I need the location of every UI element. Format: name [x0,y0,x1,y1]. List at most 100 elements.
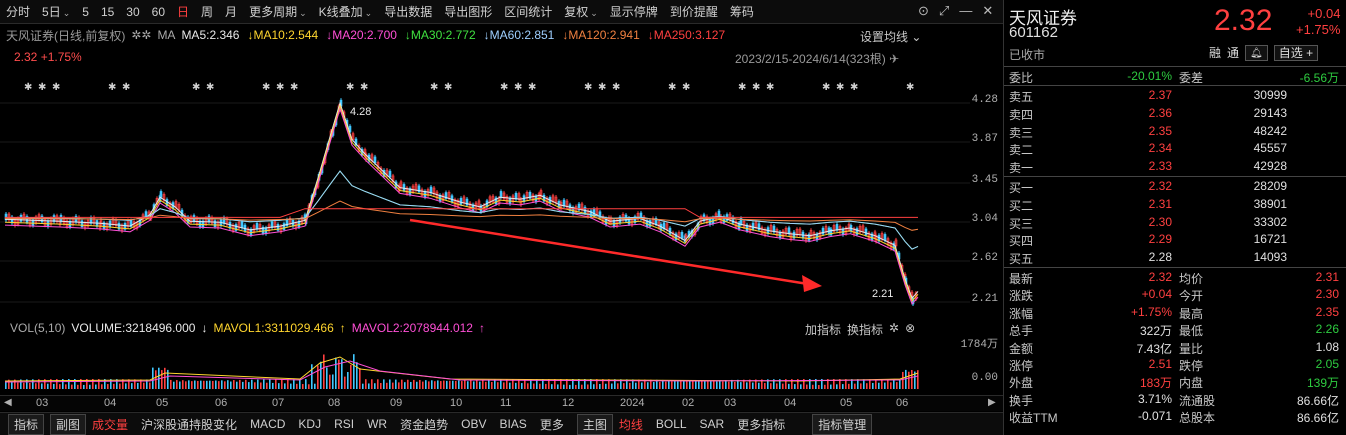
volume-bar [719,380,721,389]
indicator-tab[interactable]: MACD [250,417,285,431]
collapse-icon[interactable]: ⊙ [918,3,929,19]
ma60-value: ↓MA60:2.851 [483,28,555,42]
toolbar-item[interactable]: 到价提醒 [670,3,718,20]
event-marker[interactable]: ✱ [682,82,690,93]
main-indicator-tab[interactable]: SAR [700,417,725,431]
toolbar-item[interactable]: 60 [152,5,165,19]
add-watchlist-button[interactable]: 自选 + [1273,44,1319,61]
stat-row: 外盘 183万 内盘 139万 [1004,373,1346,390]
event-marker[interactable]: ✱ [738,82,746,93]
event-marker[interactable]: ✱ [360,82,368,93]
toolbar-item[interactable]: 30 [126,5,139,19]
indicator-tab[interactable]: KDJ [298,417,321,431]
event-marker[interactable]: ✱ [192,82,200,93]
toolbar-item[interactable]: 15 [101,5,114,19]
event-marker[interactable]: ✱ [290,82,298,93]
indicator-tab[interactable]: RSI [334,417,354,431]
indicator-group-tab[interactable]: 指标 [8,413,45,435]
event-marker[interactable]: ✱ [766,82,774,93]
time-axis[interactable]: ◀ ▶ 03 04 05 06 07 08 09 10 11 12 2024 02 03 04 05 06 [0,395,1003,411]
event-marker[interactable]: ✱ [850,82,858,93]
indicator-tab[interactable]: WR [367,417,387,431]
toolbar-item[interactable]: 筹码 [730,3,754,20]
indicator-group-tab[interactable]: 副图 [50,413,87,435]
event-marker[interactable]: ✱ [598,82,606,93]
event-marker[interactable]: ✱ [836,82,844,93]
quote-tools: 融通 🔔︎ 自选 + [1209,44,1319,61]
set-ma-button[interactable]: 设置均线 ⌄ [860,28,921,45]
toolbar-item[interactable]: 复权 ⌄ [564,3,598,20]
event-marker[interactable]: ✱ [906,82,914,93]
volume-bar [113,383,115,389]
event-marker[interactable]: ✱ [276,82,284,93]
toolbar-item[interactable]: K线叠加 ⌄ [319,3,373,20]
close-icon[interactable]: ✕ [982,3,993,19]
pin-icon[interactable]: ✈ [889,52,899,66]
event-marker[interactable]: ✱ [122,82,130,93]
ask-label: 卖五 [1009,90,1034,104]
toolbar-item[interactable]: 月 [225,3,237,20]
volume-bar [200,380,202,389]
event-marker[interactable]: ✱ [668,82,676,93]
settings-icons[interactable]: ✲✲ [131,28,151,42]
fullscreen-icon[interactable]: ⤢ [939,3,949,19]
toolbar-item[interactable]: 导出图形 [444,3,492,20]
event-marker[interactable]: ✱ [444,82,452,93]
toolbar-item[interactable]: 5 [82,5,89,19]
scroll-left-icon[interactable]: ◀ [4,397,12,408]
event-marker[interactable]: ✱ [822,82,830,93]
main-indicator-tab[interactable]: 均线 [619,416,643,433]
volume-bar [458,380,460,389]
main-indicator-tab[interactable]: BOLL [656,417,687,431]
volume-chart[interactable] [0,335,970,391]
minimize-icon[interactable]: — [959,3,972,19]
toolbar-item[interactable]: 分时 [6,3,30,20]
event-marker[interactable]: ✱ [38,82,46,93]
indicator-tab[interactable]: 成交量 [92,416,128,433]
event-marker[interactable]: ✱ [430,82,438,93]
event-marker[interactable]: ✱ [500,82,508,93]
event-marker[interactable]: ✱ [346,82,354,93]
volume-bar [455,380,457,389]
kline-chart[interactable]: 4.28 2.21 ✱ ✱ ✱ ✱ ✱ ✱ ✱ ✱ ✱ ✱ ✱ ✱ ✱ ✱ ✱ ✱ ✱ ✱ ✱ ✱ ✱ ✱ ✱ ✱ ✱ ✱ ✱ ✱ ✱ [0,66,970,316]
quote-tool[interactable]: 融 [1209,44,1221,61]
event-marker[interactable]: ✱ [528,82,536,93]
weicha-value: -6.56万 [1299,71,1339,85]
event-marker[interactable]: ✱ [206,82,214,93]
event-marker[interactable]: ✱ [514,82,522,93]
alert-bell-icon[interactable]: 🔔︎ [1245,44,1268,61]
toolbar-item[interactable]: 5日 ⌄ [42,3,70,20]
event-marker[interactable]: ✱ [24,82,32,93]
quote-tool[interactable]: 通 [1227,44,1239,61]
indicator-manage-button[interactable]: 指标管理 [812,413,873,435]
volume-bar [506,379,508,389]
ask-row: 卖二 2.34 45557 [1004,140,1346,157]
toolbar-item[interactable]: 日 [177,3,189,20]
event-marker[interactable]: ✱ [752,82,760,93]
main-chart-tab[interactable]: 主图 [576,413,613,435]
event-marker[interactable]: ✱ [584,82,592,93]
volume-bar [623,383,625,389]
toolbar-item[interactable]: 导出数据 [384,3,432,20]
event-marker[interactable]: ✱ [108,82,116,93]
toolbar-item[interactable]: 周 [201,3,213,20]
event-marker[interactable]: ✱ [262,82,270,93]
scroll-right-icon[interactable]: ▶ [988,397,996,408]
main-indicator-tab[interactable]: 更多指标 [737,416,785,433]
candle-body [459,197,463,205]
indicator-tab[interactable]: 更多 [540,416,564,433]
toolbar-item[interactable]: 更多周期 ⌄ [249,3,307,20]
toolbar-item[interactable]: 显示停牌 [610,3,658,20]
indicator-tab[interactable]: 沪深股通持股变化 [141,416,237,433]
ask-volume: 48242 [1253,123,1287,138]
event-marker[interactable]: ✱ [612,82,620,93]
event-marker[interactable]: ✱ [52,82,60,93]
toolbar-item[interactable]: 区间统计 [504,3,552,20]
price-axis-label: 2.21 [971,293,998,305]
volume-bar [728,381,730,389]
change-value: +0.04 [1307,6,1341,21]
indicator-tab[interactable]: BIAS [499,417,526,431]
indicator-tab[interactable]: OBV [461,417,486,431]
stat-value: 7.43亿 [1136,341,1172,356]
indicator-tab[interactable]: 资金趋势 [400,416,448,433]
